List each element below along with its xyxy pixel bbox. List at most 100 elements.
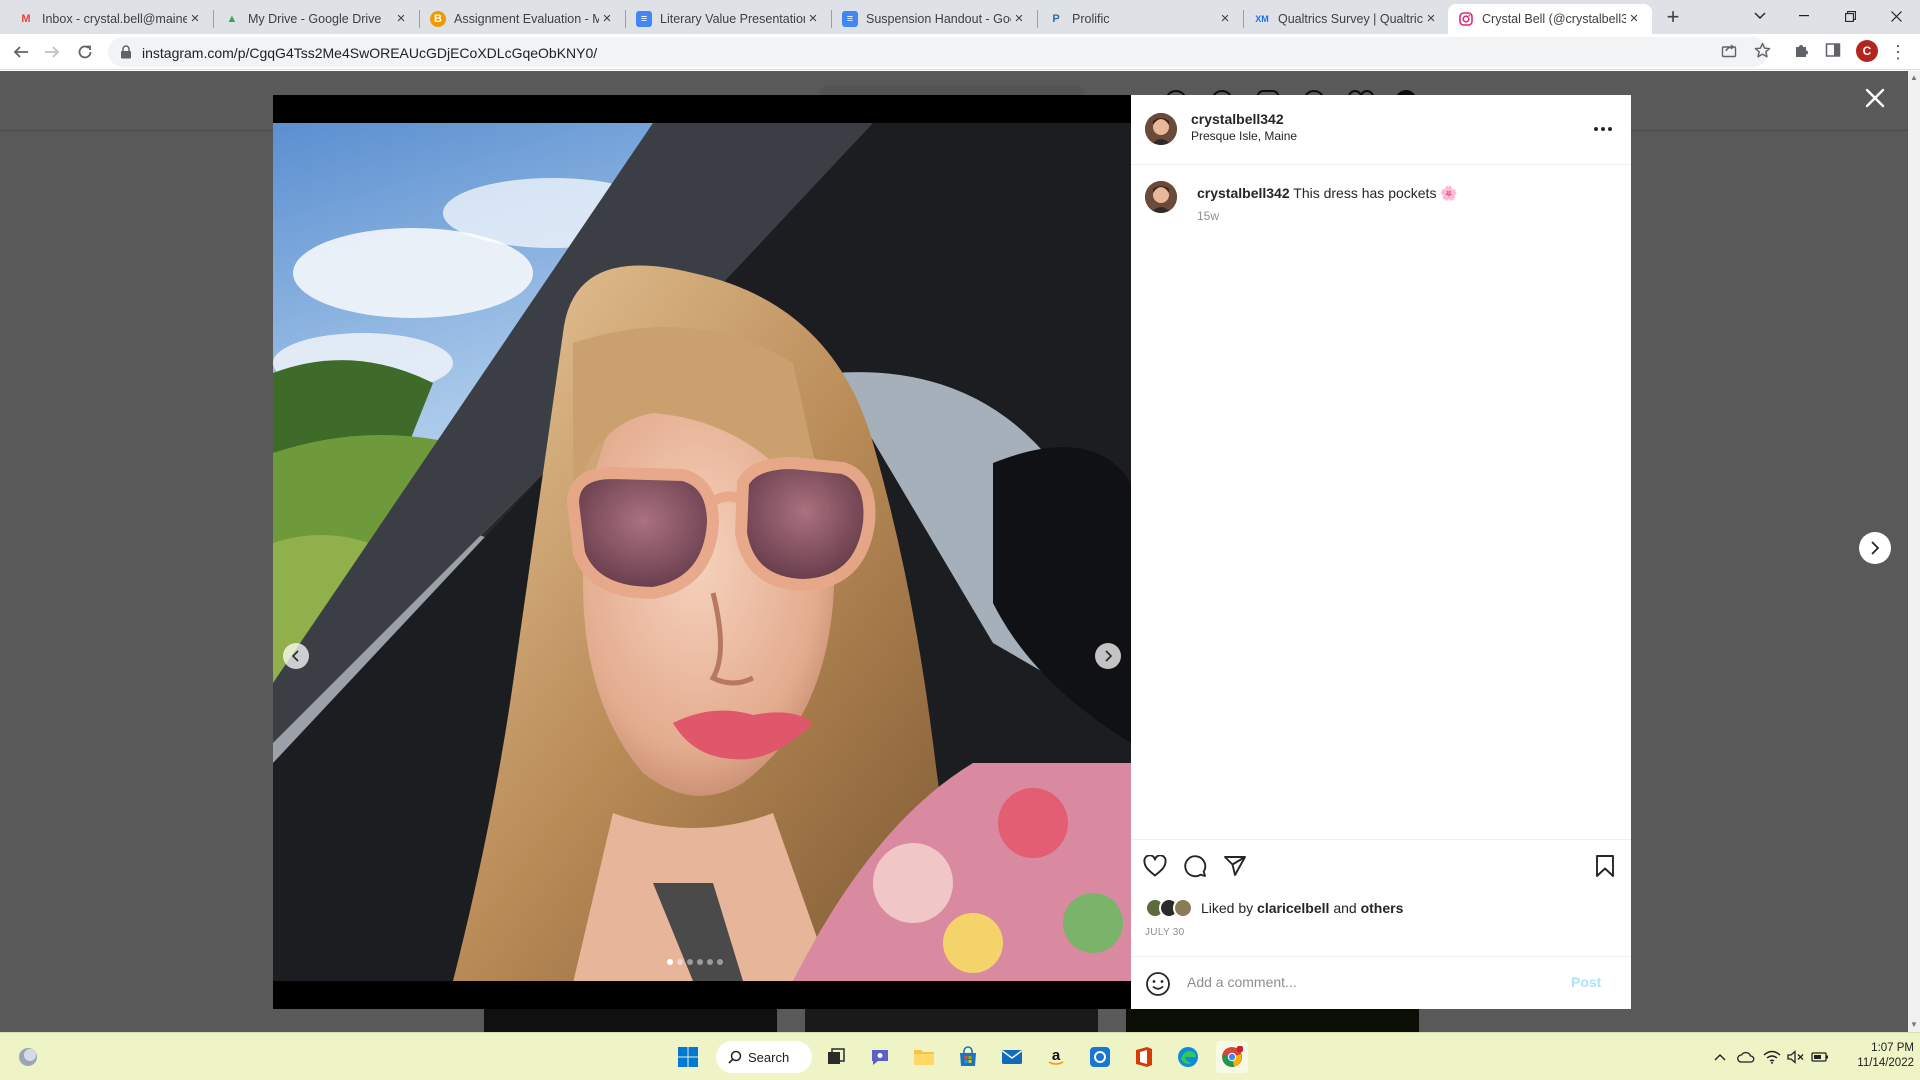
minimize-window-icon[interactable]	[1784, 4, 1824, 28]
scroll-down-arrow-icon[interactable]: ▼	[1910, 1020, 1918, 1029]
carousel-next-button[interactable]	[1095, 643, 1121, 669]
tab-title: Suspension Handout - Goo	[866, 12, 1011, 26]
tab-search-chevron-icon[interactable]	[1740, 4, 1780, 28]
tab-assignment-evaluation[interactable]: B Assignment Evaluation - M ×	[420, 4, 625, 34]
close-tab-icon[interactable]: ×	[1011, 11, 1027, 27]
carousel-dot	[697, 959, 703, 965]
post-header: crystalbell342 Presque Isle, Maine	[1131, 95, 1631, 165]
battery-icon[interactable]	[1810, 1047, 1830, 1067]
close-modal-icon[interactable]	[1862, 85, 1888, 111]
browser-tab-strip: M Inbox - crystal.bell@maine × ▲ My Driv…	[0, 0, 1920, 34]
extensions-puzzle-icon[interactable]	[1791, 40, 1811, 60]
post-comment-button[interactable]: Post	[1571, 974, 1601, 990]
close-tab-icon[interactable]: ×	[805, 11, 821, 27]
qualtrics-icon: XM	[1255, 14, 1269, 24]
windows-taskbar: Search a 1:07 PM 11/14/2022	[0, 1032, 1920, 1080]
next-post-button[interactable]	[1859, 532, 1891, 564]
volume-muted-icon[interactable]	[1786, 1047, 1806, 1067]
brightspace-icon: B	[430, 11, 446, 27]
share-paper-plane-icon[interactable]	[1221, 852, 1249, 880]
chrome-menu-icon[interactable]: ⋮	[1888, 40, 1908, 64]
post-location[interactable]: Presque Isle, Maine	[1191, 129, 1297, 143]
chevron-right-icon	[1105, 650, 1113, 662]
office-icon[interactable]	[1128, 1041, 1160, 1073]
chrome-browser-icon[interactable]	[1216, 1041, 1248, 1073]
like-heart-icon[interactable]	[1141, 852, 1169, 880]
caption-username[interactable]: crystalbell342	[1197, 185, 1290, 201]
save-bookmark-icon[interactable]	[1591, 852, 1619, 880]
widgets-weather-icon[interactable]	[12, 1041, 44, 1073]
page-scrollbar[interactable]: ▲ ▼	[1908, 71, 1920, 1032]
close-window-icon[interactable]	[1876, 4, 1916, 28]
instagram-page: ▲ ▼ crystalbell342 Presque Isle, Maine c…	[0, 71, 1920, 1032]
mail-icon[interactable]	[996, 1041, 1028, 1073]
liker-avatar[interactable]	[1173, 898, 1193, 918]
author-avatar[interactable]	[1145, 113, 1177, 145]
tab-instagram-active[interactable]: Crystal Bell (@crystalbell34 ×	[1448, 4, 1652, 34]
wifi-icon[interactable]	[1762, 1047, 1782, 1067]
caption-age[interactable]: 15w	[1197, 209, 1219, 223]
teams-chat-icon[interactable]	[864, 1041, 896, 1073]
amazon-icon[interactable]: a	[1040, 1041, 1072, 1073]
liked-by-user-link[interactable]: claricelbell	[1257, 900, 1329, 916]
close-tab-icon[interactable]: ×	[1217, 11, 1233, 27]
app-icon-blue[interactable]	[1084, 1041, 1116, 1073]
close-tab-icon[interactable]: ×	[1626, 11, 1642, 27]
author-username[interactable]: crystalbell342	[1191, 111, 1284, 127]
google-docs-icon: ≡	[842, 11, 858, 27]
tab-literary-value-presentation[interactable]: ≡ Literary Value Presentation ×	[626, 4, 831, 34]
url-text[interactable]: instagram.com/p/CgqG4Tss2Me4SwOREAUcGDjE…	[142, 45, 597, 61]
emoji-smiley-icon[interactable]	[1145, 971, 1171, 997]
post-side-panel: crystalbell342 Presque Isle, Maine cryst…	[1131, 95, 1631, 1009]
chevron-right-icon	[1871, 541, 1880, 555]
caption-author-avatar[interactable]	[1145, 181, 1177, 213]
close-tab-icon[interactable]: ×	[187, 11, 203, 27]
carousel-dot	[677, 959, 683, 965]
show-hidden-icons-chevron-icon[interactable]	[1712, 1047, 1728, 1067]
tab-title: Inbox - crystal.bell@maine	[42, 12, 187, 26]
instagram-icon	[1458, 11, 1474, 27]
file-explorer-icon[interactable]	[908, 1041, 940, 1073]
bookmark-star-icon[interactable]	[1752, 40, 1772, 60]
restore-window-icon[interactable]	[1830, 4, 1870, 28]
close-tab-icon[interactable]: ×	[1423, 11, 1439, 27]
scroll-up-arrow-icon[interactable]: ▲	[1910, 73, 1918, 82]
chrome-profile-avatar[interactable]: C	[1856, 40, 1878, 62]
liked-by-row: Liked by claricelbell and others	[1145, 898, 1403, 918]
more-options-icon[interactable]	[1591, 119, 1615, 139]
windows-start-icon[interactable]	[672, 1041, 704, 1073]
liked-by-and: and	[1333, 900, 1357, 916]
comment-input[interactable]	[1187, 974, 1547, 990]
task-view-icon[interactable]	[820, 1041, 852, 1073]
new-tab-button[interactable]: +	[1661, 6, 1685, 30]
back-arrow-icon[interactable]	[9, 40, 33, 64]
address-bar[interactable]: instagram.com/p/CgqG4Tss2Me4SwOREAUcGDjE…	[108, 37, 1768, 67]
tab-google-drive[interactable]: ▲ My Drive - Google Drive ×	[214, 4, 419, 34]
side-panel-icon[interactable]	[1823, 40, 1843, 60]
carousel-previous-button[interactable]	[283, 643, 309, 669]
share-icon[interactable]	[1719, 40, 1739, 60]
tab-gmail-inbox[interactable]: M Inbox - crystal.bell@maine ×	[8, 4, 213, 34]
caption-body: This dress has pockets 🌸	[1293, 185, 1458, 201]
tab-title: Assignment Evaluation - M	[454, 12, 599, 26]
post-modal: crystalbell342 Presque Isle, Maine cryst…	[273, 95, 1631, 1009]
microsoft-store-icon[interactable]	[952, 1041, 984, 1073]
forward-arrow-icon[interactable]	[40, 40, 64, 64]
lock-icon[interactable]	[120, 45, 132, 59]
post-date[interactable]: JULY 30	[1145, 927, 1185, 938]
reload-icon[interactable]	[73, 40, 97, 64]
comment-bubble-icon[interactable]	[1181, 852, 1209, 880]
tab-prolific[interactable]: P Prolific ×	[1038, 4, 1243, 34]
close-tab-icon[interactable]: ×	[599, 11, 615, 27]
taskbar-search-box[interactable]: Search	[716, 1041, 812, 1073]
system-clock[interactable]: 1:07 PM 11/14/2022	[1834, 1041, 1914, 1071]
onedrive-cloud-icon[interactable]	[1736, 1047, 1756, 1067]
tab-suspension-handout[interactable]: ≡ Suspension Handout - Goo ×	[832, 4, 1037, 34]
liked-by-others-link[interactable]: others	[1361, 900, 1404, 916]
post-photo[interactable]	[273, 123, 1131, 981]
close-tab-icon[interactable]: ×	[393, 11, 409, 27]
tab-qualtrics-survey[interactable]: XM Qualtrics Survey | Qualtrics ×	[1244, 4, 1449, 34]
tab-title: Crystal Bell (@crystalbell34	[1482, 12, 1626, 26]
tab-title: Literary Value Presentation	[660, 12, 805, 26]
edge-browser-icon[interactable]	[1172, 1041, 1204, 1073]
